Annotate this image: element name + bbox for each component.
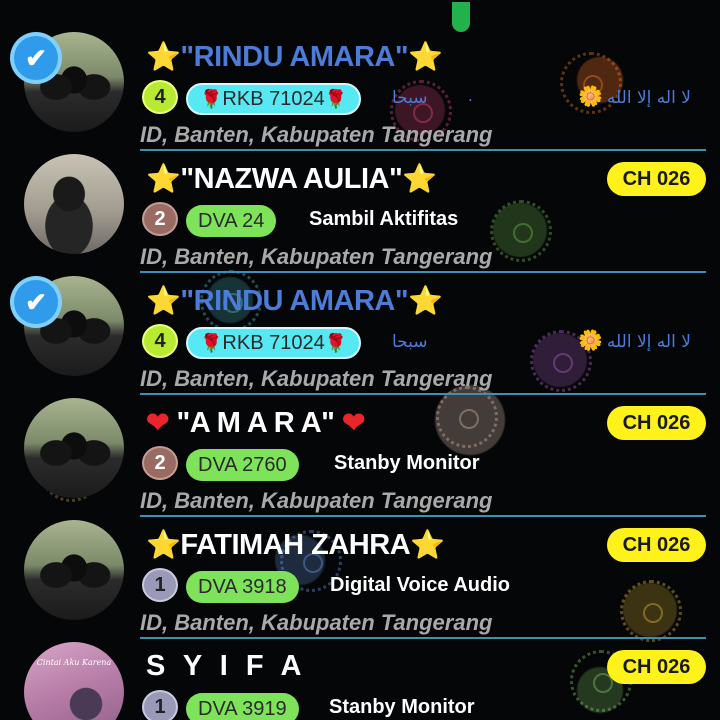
avatar-caption: Cintai Aku Karena <box>36 658 112 667</box>
level-badge: 4 <box>142 80 178 114</box>
user-name: ⭐"RINDU AMARA"⭐ <box>146 285 443 317</box>
channel-badge[interactable]: CH 026 <box>607 650 706 684</box>
flower-icon: 🌼 <box>578 328 603 352</box>
arabic-status-dot: . <box>468 86 473 105</box>
callsign-tag: DVA 3918 <box>186 571 299 603</box>
star-icon: ⭐ <box>146 529 181 560</box>
user-name: ⭐"RINDU AMARA"⭐ <box>146 41 443 73</box>
channel-badge[interactable]: CH 026 <box>607 528 706 562</box>
user-name: ⭐"NAZWA AULIA"⭐ <box>146 163 437 195</box>
star-icon: ⭐ <box>410 529 445 560</box>
list-item[interactable]: ⭐FATIMAH ZAHRA⭐ 1 DVA 3918 Digital Voice… <box>0 488 720 639</box>
callsign-tag: 🌹 RKB 71024 🌹 <box>186 327 362 359</box>
level-badge: 1 <box>142 568 178 602</box>
arabic-status-text: 🌼 لا اله إلا الله <box>578 328 691 352</box>
rose-icon: 🌹 <box>200 332 223 353</box>
status-text: Sambil Aktifitas <box>309 208 459 230</box>
user-name: ⭐FATIMAH ZAHRA⭐ <box>146 529 445 561</box>
star-icon: ⭐ <box>146 163 181 194</box>
star-icon: ⭐ <box>146 41 181 72</box>
status-text: Stanby Monitor <box>329 696 475 718</box>
avatar[interactable]: Cintai Aku Karena <box>24 642 124 720</box>
status-text: Digital Voice Audio <box>330 574 511 596</box>
star-icon: ⭐ <box>408 285 443 316</box>
arabic-status-text: 🌼 لا اله إلا الله <box>578 84 691 108</box>
channel-badge[interactable]: CH 026 <box>607 406 706 440</box>
rose-icon: 🌹 <box>324 88 348 109</box>
list-item[interactable]: Cintai Aku Karena S Y I F A 1 DVA 3919 S… <box>0 610 720 720</box>
level-badge: 1 <box>142 690 178 720</box>
level-badge: 2 <box>142 202 178 236</box>
heart-icon: ❤ <box>146 407 169 438</box>
star-icon: ⭐ <box>402 163 437 194</box>
list-item[interactable]: ❤ "A M A R A" ❤ 2 DVA 2760 Stanby Monito… <box>0 366 720 517</box>
status-text: Stanby Monitor <box>334 452 480 474</box>
list-item[interactable]: ⭐"NAZWA AULIA"⭐ 2 DVA 24 Sambil Aktifita… <box>0 122 720 273</box>
user-name: S Y I F A <box>146 650 307 682</box>
list-item[interactable]: ✔ ⭐"RINDU AMARA"⭐ 4 🌹 RKB 71024 🌹 سبحا . 🌼… <box>0 0 720 151</box>
user-name: ❤ "A M A R A" ❤ <box>146 407 365 439</box>
avatar[interactable] <box>24 520 124 620</box>
arabic-status-text: سبحا <box>392 88 428 108</box>
avatar[interactable] <box>24 398 124 498</box>
flower-icon: 🌼 <box>578 84 603 108</box>
level-badge: 4 <box>142 324 178 358</box>
avatar[interactable] <box>24 154 124 254</box>
verified-check-icon: ✔ <box>14 36 58 80</box>
star-icon: ⭐ <box>146 285 181 316</box>
star-icon: ⭐ <box>408 41 443 72</box>
callsign-tag: DVA 3919 <box>186 693 299 720</box>
level-badge: 2 <box>142 446 178 480</box>
list-item[interactable]: ✔ ⭐"RINDU AMARA"⭐ 4 🌹 RKB 71024 🌹 سبحا 🌼 لا… <box>0 244 720 395</box>
rose-icon: 🌹 <box>324 332 348 353</box>
arabic-status-text: سبحا <box>392 332 428 352</box>
heart-icon: ❤ <box>341 407 365 438</box>
channel-badge[interactable]: CH 026 <box>607 162 706 196</box>
callsign-tag: 🌹 RKB 71024 🌹 <box>186 83 362 115</box>
callsign-tag: DVA 24 <box>186 205 277 237</box>
callsign-tag: DVA 2760 <box>186 449 299 481</box>
verified-check-icon: ✔ <box>14 280 58 324</box>
rose-icon: 🌹 <box>200 88 223 109</box>
